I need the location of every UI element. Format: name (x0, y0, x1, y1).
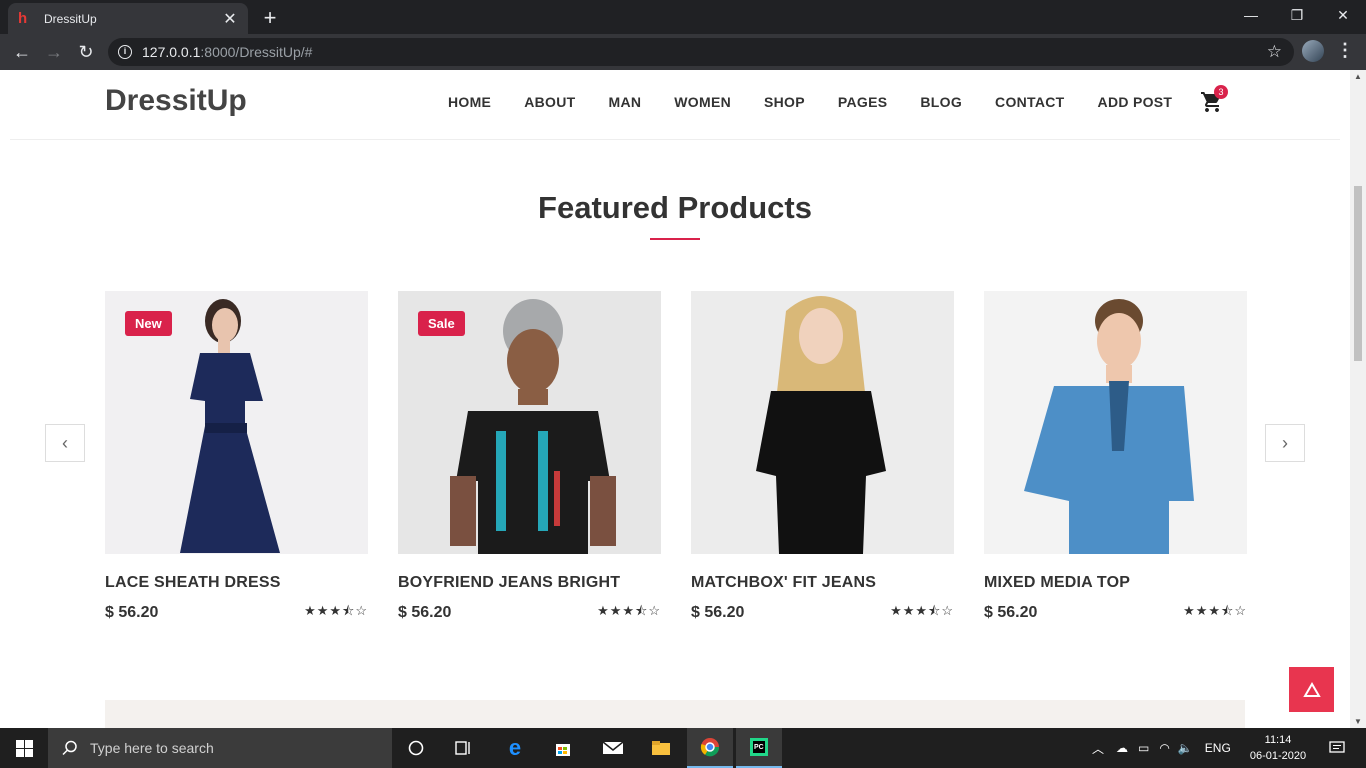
product-name[interactable]: MATCHBOX' FIT JEANS (691, 574, 954, 592)
product-image[interactable]: New (105, 291, 368, 554)
browser-menu-icon[interactable]: ⋮ (1336, 40, 1354, 61)
clock-time: 11:14 (1264, 734, 1292, 746)
new-tab-icon[interactable]: + (258, 5, 282, 31)
product-price: $ 56.20 (398, 604, 452, 621)
product-image[interactable]: Sale (398, 291, 661, 554)
taskbar-clock[interactable]: 11:14 06-01-2020 (1248, 732, 1308, 764)
task-view-icon[interactable] (440, 728, 486, 768)
product-price: $ 56.20 (984, 604, 1038, 621)
menu-item-home[interactable]: HOME (448, 94, 491, 110)
sale-badge: Sale (418, 311, 465, 336)
forward-icon[interactable]: → (42, 40, 66, 64)
site-header: DressitUp HOME ABOUT MAN WOMEN SHOP PAGE… (10, 70, 1340, 140)
windows-taskbar: Type here to search e PC ︿ ☁ ▭ ◠ 🔈 ENG 1… (0, 728, 1366, 768)
menu-item-blog[interactable]: BLOG (920, 94, 962, 110)
cortana-icon[interactable] (393, 728, 439, 768)
wifi-icon[interactable]: ◠ (1159, 741, 1169, 755)
chrome-icon[interactable] (687, 728, 733, 768)
browser-toolbar: ← → ↻ i 127.0.0.1:8000/DressitUp/# ☆ (0, 34, 1366, 70)
onedrive-icon[interactable]: ☁ (1116, 741, 1128, 755)
rating-stars: ★★★⯪☆ (890, 603, 954, 618)
menu-item-women[interactable]: WOMEN (674, 94, 731, 110)
minimize-icon[interactable]: — (1228, 0, 1274, 30)
page-scrollbar[interactable]: ▲ ▼ (1350, 70, 1366, 728)
scroll-up-icon[interactable]: ▲ (1354, 72, 1362, 81)
clock-date: 06-01-2020 (1249, 750, 1307, 762)
file-explorer-icon[interactable] (638, 728, 684, 768)
rating-stars: ★★★⯪☆ (1183, 603, 1247, 618)
search-placeholder: Type here to search (90, 740, 214, 756)
product-name[interactable]: LACE SHEATH DRESS (105, 574, 368, 592)
cart-count-badge: 3 (1214, 85, 1228, 99)
site-logo[interactable]: DressitUp (105, 84, 247, 118)
site-favicon-icon: h (18, 9, 28, 27)
back-icon[interactable]: ← (10, 40, 34, 64)
menu-item-pages[interactable]: PAGES (838, 94, 887, 110)
cart-button[interactable]: 3 (1200, 85, 1228, 116)
new-badge: New (125, 311, 172, 336)
windows-logo-icon (15, 739, 33, 757)
store-icon[interactable] (540, 728, 586, 768)
menu-item-contact[interactable]: CONTACT (995, 94, 1065, 110)
volume-icon[interactable]: 🔈 (1178, 741, 1193, 755)
title-underline (650, 238, 700, 240)
mail-icon[interactable] (590, 728, 636, 768)
tab-title: DressitUp (44, 11, 97, 26)
product-name[interactable]: MIXED MEDIA TOP (984, 574, 1247, 592)
black-dress-model-illustration (756, 296, 886, 554)
url-host: 127.0.0.1 (142, 44, 201, 60)
carousel-prev-button[interactable]: ‹ (45, 424, 85, 462)
edge-icon[interactable]: e (492, 728, 538, 768)
product-card[interactable]: Sale BOYFRIEND JEANS BRIGHT $ 56.20 ★★★⯪… (398, 291, 661, 624)
scroll-thumb[interactable] (1354, 186, 1362, 361)
menu-item-shop[interactable]: SHOP (764, 94, 805, 110)
reload-icon[interactable]: ↻ (74, 40, 98, 64)
svg-text:PC: PC (754, 744, 764, 751)
section-title: Featured Products (538, 190, 812, 225)
language-indicator[interactable]: ENG (1205, 741, 1231, 755)
profile-avatar[interactable] (1302, 40, 1324, 62)
product-card[interactable]: MIXED MEDIA TOP $ 56.20 ★★★⯪☆ (984, 291, 1247, 624)
product-price: $ 56.20 (105, 604, 159, 621)
product-card[interactable]: New LACE SHEATH DRESS $ 56.20 ★★★⯪☆ (105, 291, 368, 624)
menu-item-about[interactable]: ABOUT (524, 94, 575, 110)
triangle-up-icon (1302, 681, 1321, 697)
browser-tabbar: h DressitUp ✕ + — ❐ ✕ (0, 0, 1366, 34)
start-button[interactable] (0, 728, 48, 768)
scroll-to-top-button[interactable] (1289, 667, 1334, 712)
chevron-right-icon: › (1282, 432, 1288, 453)
url-path: :8000/DressitUp/# (200, 44, 313, 60)
battery-icon[interactable]: ▭ (1138, 741, 1149, 755)
info-icon[interactable]: i (118, 45, 132, 59)
close-tab-icon[interactable]: ✕ (222, 9, 238, 29)
web-page: DressitUp HOME ABOUT MAN WOMEN SHOP PAGE… (0, 70, 1350, 728)
bookmark-star-icon[interactable]: ☆ (1267, 42, 1282, 62)
address-bar[interactable]: i 127.0.0.1:8000/DressitUp/# ☆ (108, 38, 1294, 66)
system-tray: ︿ ☁ ▭ ◠ 🔈 ENG (1092, 728, 1231, 768)
product-name[interactable]: BOYFRIEND JEANS BRIGHT (398, 574, 661, 592)
shirt-model-illustration (1024, 299, 1194, 554)
restore-icon[interactable]: ❐ (1274, 0, 1320, 30)
menu-item-add-post[interactable]: ADD POST (1098, 94, 1173, 110)
taskbar-search[interactable]: Type here to search (48, 728, 392, 768)
carousel-next-button[interactable]: › (1265, 424, 1305, 462)
product-image[interactable] (984, 291, 1247, 554)
chevron-left-icon: ‹ (62, 432, 68, 453)
menu-item-man[interactable]: MAN (608, 94, 641, 110)
product-image[interactable] (691, 291, 954, 554)
banner-preview (105, 700, 1245, 728)
product-price: $ 56.20 (691, 604, 745, 621)
main-menu: HOME ABOUT MAN WOMEN SHOP PAGES BLOG CON… (448, 94, 1205, 110)
search-icon (62, 740, 77, 756)
rating-stars: ★★★⯪☆ (304, 603, 368, 618)
window-close-icon[interactable]: ✕ (1320, 0, 1366, 30)
pycharm-icon[interactable]: PC (736, 728, 782, 768)
chevron-up-icon[interactable]: ︿ (1092, 740, 1104, 757)
rating-stars: ★★★⯪☆ (597, 603, 661, 618)
browser-tab[interactable]: h DressitUp ✕ (8, 3, 248, 34)
product-card[interactable]: MATCHBOX' FIT JEANS $ 56.20 ★★★⯪☆ (691, 291, 954, 624)
action-center-icon[interactable] (1314, 728, 1360, 768)
scroll-down-icon[interactable]: ▼ (1354, 717, 1362, 726)
